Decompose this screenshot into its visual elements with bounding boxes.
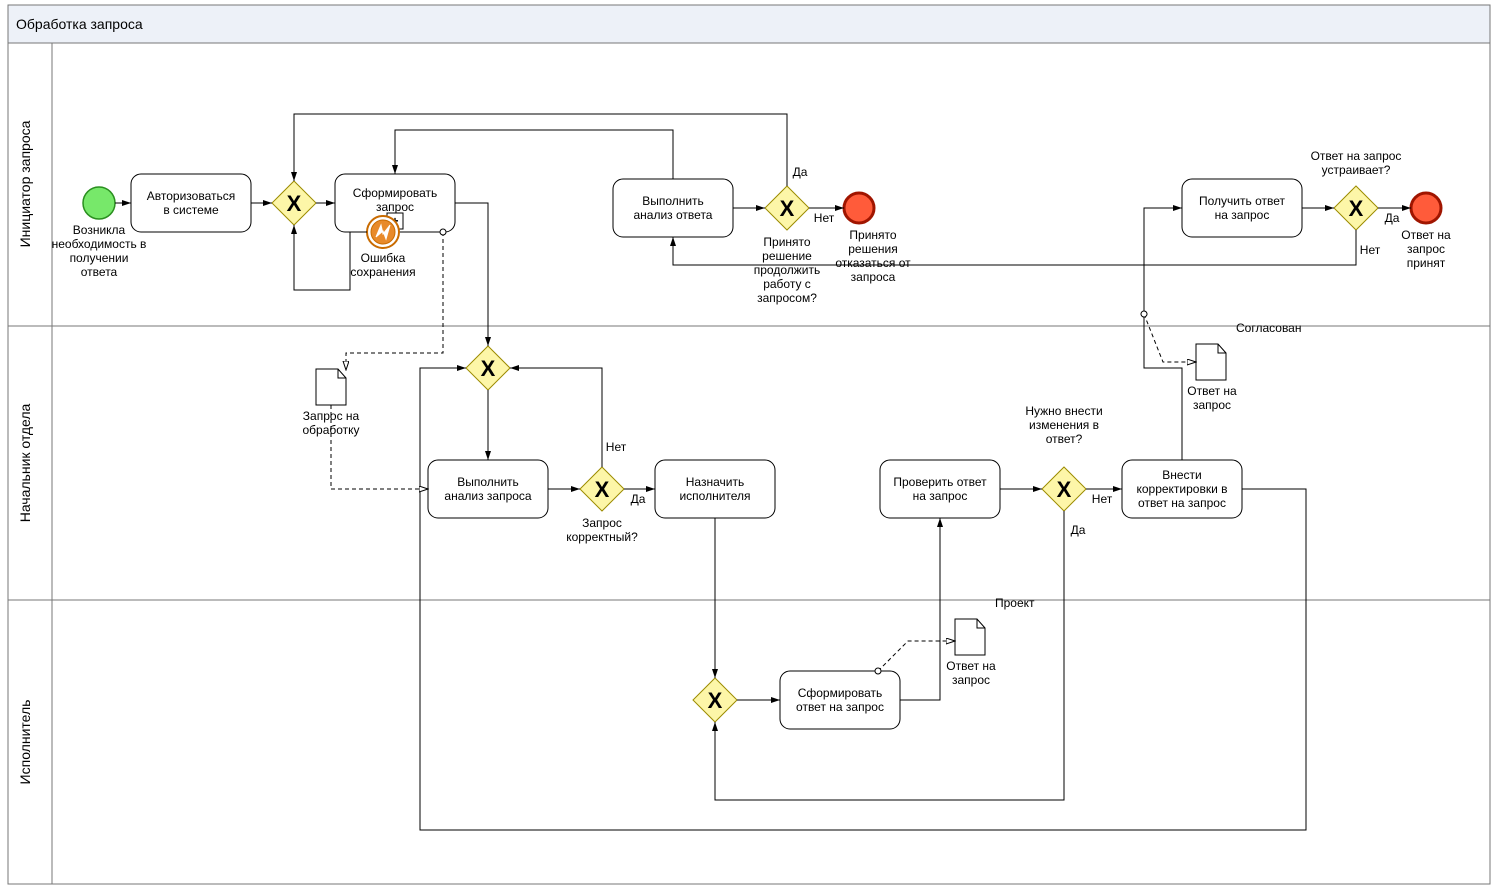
svg-text:Назначитьисполнителя: Назначитьисполнителя xyxy=(679,475,750,503)
svg-text:Сформироватьответ на запрос: Сформироватьответ на запрос xyxy=(796,686,884,714)
data-answer-draft xyxy=(955,619,985,655)
end-event-accept-label: Ответ назапроспринят xyxy=(1401,228,1451,270)
svg-text:Да: Да xyxy=(1385,211,1400,225)
data-answer-approved xyxy=(1196,344,1226,380)
svg-text:Да: Да xyxy=(1071,523,1086,537)
task-assign-label: Назначитьисполнителя xyxy=(679,475,750,503)
svg-text:X: X xyxy=(481,356,496,381)
task-analyze-answer-label: Выполнитьанализ ответа xyxy=(634,194,713,222)
svg-text:Ответ назапрос: Ответ назапрос xyxy=(1187,384,1237,412)
svg-text:X: X xyxy=(1057,477,1072,502)
bpmn-diagram: Обработка запроса Инициатор запроса Нача… xyxy=(0,0,1497,891)
svg-text:X: X xyxy=(287,191,302,216)
data-answer-draft-label: Ответ назапрос xyxy=(946,659,996,687)
svg-text:X: X xyxy=(595,477,610,502)
svg-text:Приняторешениепродолжитьработу: Приняторешениепродолжитьработу сзапросом… xyxy=(754,235,820,305)
lane-title-initiator: Инициатор запроса xyxy=(17,120,33,247)
svg-text:Ответ на запросустраивает?: Ответ на запросустраивает? xyxy=(1311,149,1402,177)
svg-text:Ответ назапроспринят: Ответ назапроспринят xyxy=(1401,228,1451,270)
task-analyze-request-label: Выполнитьанализ запроса xyxy=(444,475,532,503)
svg-text:Нет: Нет xyxy=(1092,492,1113,506)
svg-text:Выполнитьанализ запроса: Выполнитьанализ запроса xyxy=(444,475,532,503)
svg-text:X: X xyxy=(780,196,795,221)
end-event-accept xyxy=(1411,193,1441,223)
svg-text:X: X xyxy=(1349,196,1364,221)
svg-text:Да: Да xyxy=(793,165,808,179)
gateway-continue-label: Приняторешениепродолжитьработу сзапросом… xyxy=(754,235,820,305)
pool-header xyxy=(8,5,1490,43)
svg-text:Нет: Нет xyxy=(1360,243,1381,257)
lane-title-head: Начальник отдела xyxy=(17,404,33,523)
task-form-answer-label: Сформироватьответ на запрос xyxy=(796,686,884,714)
data-request xyxy=(316,369,346,405)
data-answer-draft-state: Проект xyxy=(995,596,1035,610)
svg-text:Выполнитьанализ ответа: Выполнитьанализ ответа xyxy=(634,194,713,222)
lane-title-exec: Исполнитель xyxy=(17,700,33,785)
svg-text:Нет: Нет xyxy=(814,211,835,225)
end-event-reject xyxy=(844,193,874,223)
svg-text:Да: Да xyxy=(631,492,646,506)
start-event xyxy=(83,187,115,219)
data-answer-approved-label: Ответ назапрос xyxy=(1187,384,1237,412)
svg-text:Ответ назапрос: Ответ назапрос xyxy=(946,659,996,687)
data-answer-approved-state: Согласован xyxy=(1236,321,1301,335)
gateway-accept-label: Ответ на запросустраивает? xyxy=(1311,149,1402,177)
svg-text:Нет: Нет xyxy=(606,440,627,454)
svg-text:X: X xyxy=(708,688,723,713)
pool-title: Обработка запроса xyxy=(16,16,143,32)
